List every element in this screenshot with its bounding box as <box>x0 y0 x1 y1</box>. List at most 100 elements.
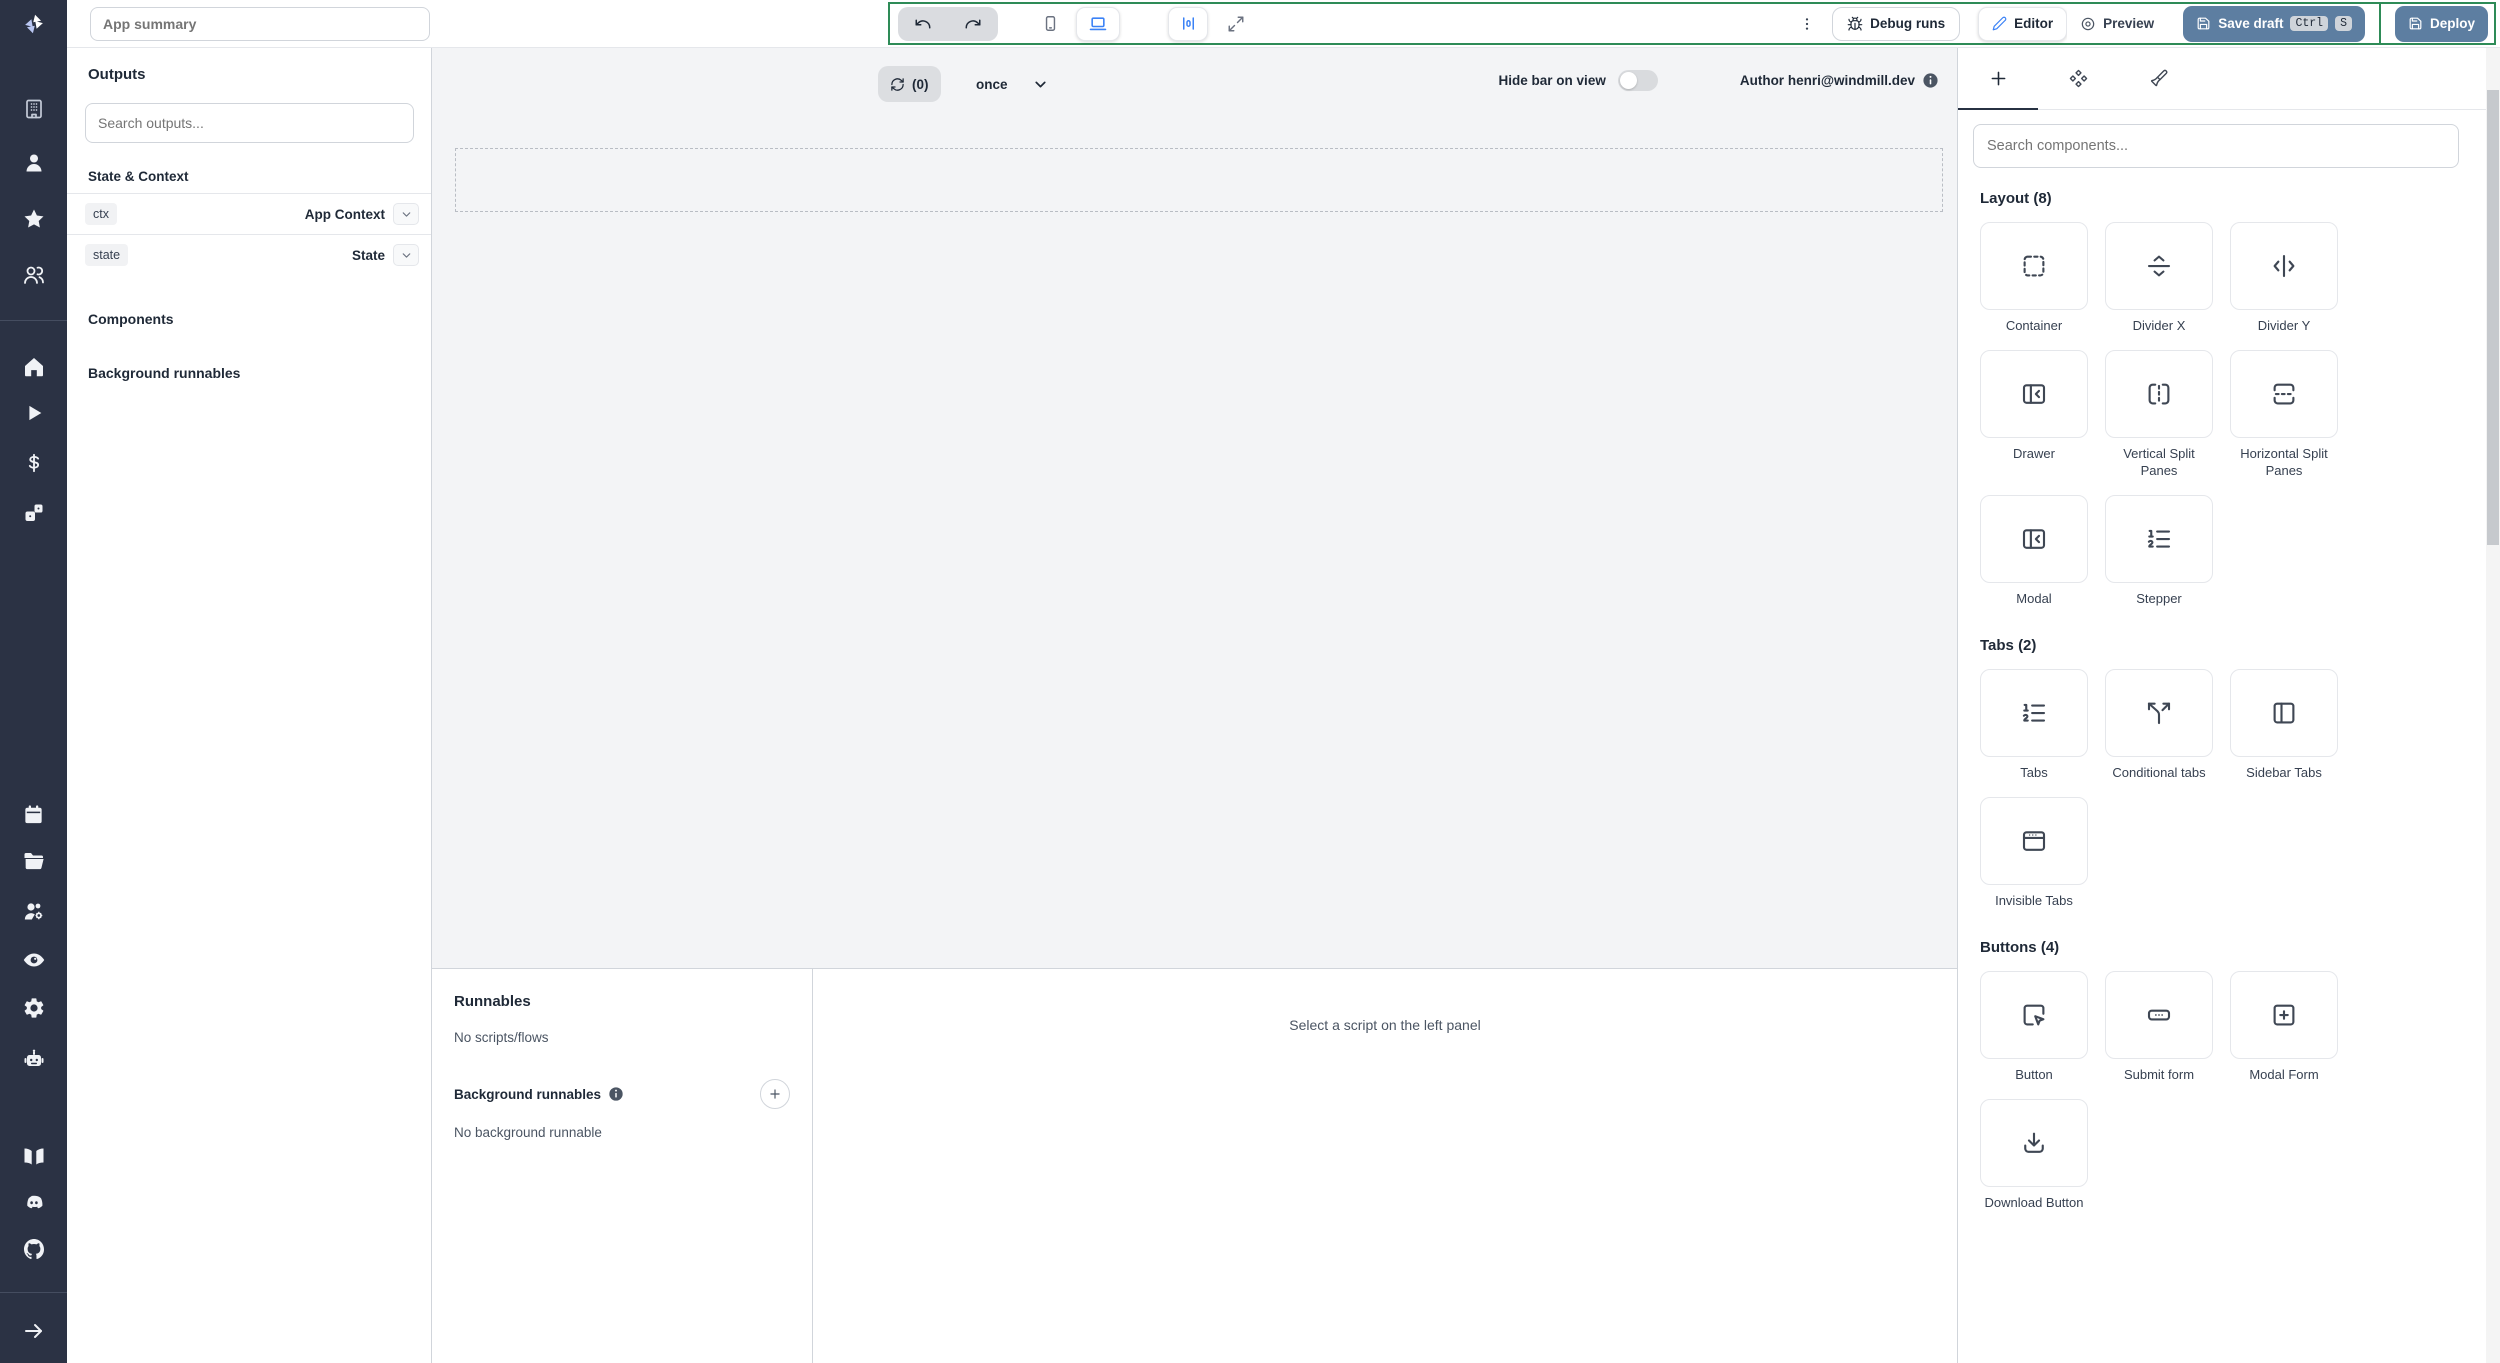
component-drop-zone[interactable] <box>455 148 1943 212</box>
component-card-conditional-tabs[interactable] <box>2105 669 2213 757</box>
undo-redo-group <box>898 6 998 41</box>
component-card-button[interactable] <box>1980 971 2088 1059</box>
outputs-title: Outputs <box>88 66 146 83</box>
component-grid: Tabs Conditional tabs Sidebar Tabs Invisibl… <box>1980 669 2500 909</box>
windmill-logo-icon[interactable] <box>0 0 67 48</box>
component-item: Modal <box>1980 495 2088 607</box>
component-card-vertical-split-panes[interactable] <box>2105 350 2213 438</box>
component-card-modal-form[interactable] <box>2230 971 2338 1059</box>
maximize-icon <box>1228 16 1244 31</box>
play-icon[interactable] <box>21 400 46 425</box>
expand-row-button[interactable] <box>393 244 419 266</box>
add-background-runnable-button[interactable] <box>760 1079 790 1109</box>
refresh-button[interactable]: (0) <box>878 66 941 102</box>
info-icon[interactable] <box>608 1086 624 1102</box>
component-library-panel: Layout (8) Container Divider X Divider Y Dra… <box>1957 48 2500 1363</box>
calendar-icon[interactable] <box>21 802 46 827</box>
arrow-right-icon[interactable] <box>21 1318 46 1343</box>
home-icon[interactable] <box>21 354 46 379</box>
desktop-view-button[interactable] <box>1076 6 1120 41</box>
component-card-container[interactable] <box>1980 222 2088 310</box>
right-panel-tabs <box>1958 48 2500 110</box>
undo-button[interactable] <box>898 7 948 41</box>
hide-bar-toggle[interactable] <box>1617 70 1658 91</box>
dollar-icon[interactable] <box>21 450 46 475</box>
output-value-label: App Context <box>304 206 385 222</box>
preview-label: Preview <box>2103 16 2155 31</box>
component-card-submit-form[interactable] <box>2105 971 2213 1059</box>
robot-icon[interactable] <box>21 1046 46 1071</box>
component-item: Button <box>1980 971 2088 1083</box>
component-card-stepper[interactable] <box>2105 495 2213 583</box>
user-icon[interactable] <box>21 150 46 175</box>
redo-button[interactable] <box>948 7 998 41</box>
hide-bar-label: Hide bar on view <box>1498 73 1606 88</box>
deploy-slot: Deploy <box>2378 2 2488 45</box>
gear-icon[interactable] <box>21 995 46 1020</box>
more-menu-button[interactable] <box>1794 7 1820 41</box>
tab-insert-component[interactable] <box>1958 48 2038 110</box>
component-item: Modal Form <box>2230 971 2338 1083</box>
search-components-input[interactable] <box>1973 124 2459 168</box>
deploy-label: Deploy <box>2429 16 2475 31</box>
deploy-button[interactable]: Deploy <box>2394 5 2488 42</box>
component-card-tabs[interactable] <box>1980 669 2088 757</box>
no-background-text: No background runnable <box>454 1125 602 1140</box>
dice-icon[interactable] <box>21 500 46 525</box>
component-label: Modal Form <box>2249 1067 2319 1082</box>
editor-tab-button[interactable]: Editor <box>1978 6 2068 41</box>
discord-icon[interactable] <box>21 1190 46 1215</box>
component-card-divider-x[interactable] <box>2105 222 2213 310</box>
fullscreen-button[interactable] <box>1216 7 1256 41</box>
output-key-badge: state <box>85 244 129 266</box>
output-value-label: State <box>351 247 385 263</box>
save-draft-button[interactable]: Save draft Ctrl S <box>2183 5 2365 42</box>
app-summary-input[interactable] <box>90 7 430 41</box>
star-icon[interactable] <box>21 206 46 231</box>
save-icon <box>2197 17 2210 30</box>
book-icon[interactable] <box>21 1143 46 1168</box>
divider-x-icon <box>2144 251 2174 281</box>
component-item: Divider X <box>2105 222 2213 334</box>
mobile-view-button[interactable] <box>1032 7 1068 41</box>
component-card-sidebar-tabs[interactable] <box>2230 669 2338 757</box>
tab-component-settings[interactable] <box>2038 48 2118 110</box>
github-icon[interactable] <box>21 1236 46 1261</box>
component-item: Drawer <box>1980 350 2088 479</box>
output-row-state[interactable]: state State <box>67 234 431 275</box>
center-align-button[interactable] <box>1168 6 1208 41</box>
eye-icon[interactable] <box>21 947 46 972</box>
info-icon[interactable] <box>1922 72 1939 89</box>
sidebar-divider <box>0 320 67 321</box>
plus-icon <box>770 1089 780 1099</box>
component-card-drawer[interactable] <box>1980 350 2088 438</box>
user-cog-icon[interactable] <box>21 898 46 923</box>
component-label: Stepper <box>2136 591 2182 606</box>
component-item: Stepper <box>2105 495 2213 607</box>
component-card-download-button[interactable] <box>1980 1099 2088 1187</box>
component-card-horizontal-split-panes[interactable] <box>2230 350 2338 438</box>
undo-icon <box>915 19 931 28</box>
scrollbar-thumb[interactable] <box>2487 90 2499 545</box>
chevron-down-icon <box>402 211 410 217</box>
component-item: Divider Y <box>2230 222 2338 334</box>
folder-icon[interactable] <box>21 848 46 873</box>
runnables-title: Runnables <box>454 993 531 1010</box>
debug-runs-button[interactable]: Debug runs <box>1832 6 1961 41</box>
refresh-mode-dropdown[interactable]: once <box>976 66 1049 102</box>
users-icon[interactable] <box>21 262 46 287</box>
output-row-ctx[interactable]: ctx App Context <box>67 193 431 234</box>
expand-row-button[interactable] <box>393 203 419 225</box>
tab-styling[interactable] <box>2118 48 2198 110</box>
save-draft-label: Save draft <box>2218 16 2284 31</box>
sidebar-divider <box>0 1292 67 1293</box>
search-outputs-input[interactable] <box>85 103 414 143</box>
component-label: Divider Y <box>2257 318 2311 333</box>
preview-tab-button[interactable]: Preview <box>2067 6 2168 41</box>
component-card-divider-y[interactable] <box>2230 222 2338 310</box>
building-icon[interactable] <box>21 96 46 121</box>
component-card-invisible-tabs[interactable] <box>1980 797 2088 885</box>
component-card-modal[interactable] <box>1980 495 2088 583</box>
divider-y-icon <box>2269 251 2299 281</box>
scrollbar-track[interactable] <box>2486 48 2500 1363</box>
